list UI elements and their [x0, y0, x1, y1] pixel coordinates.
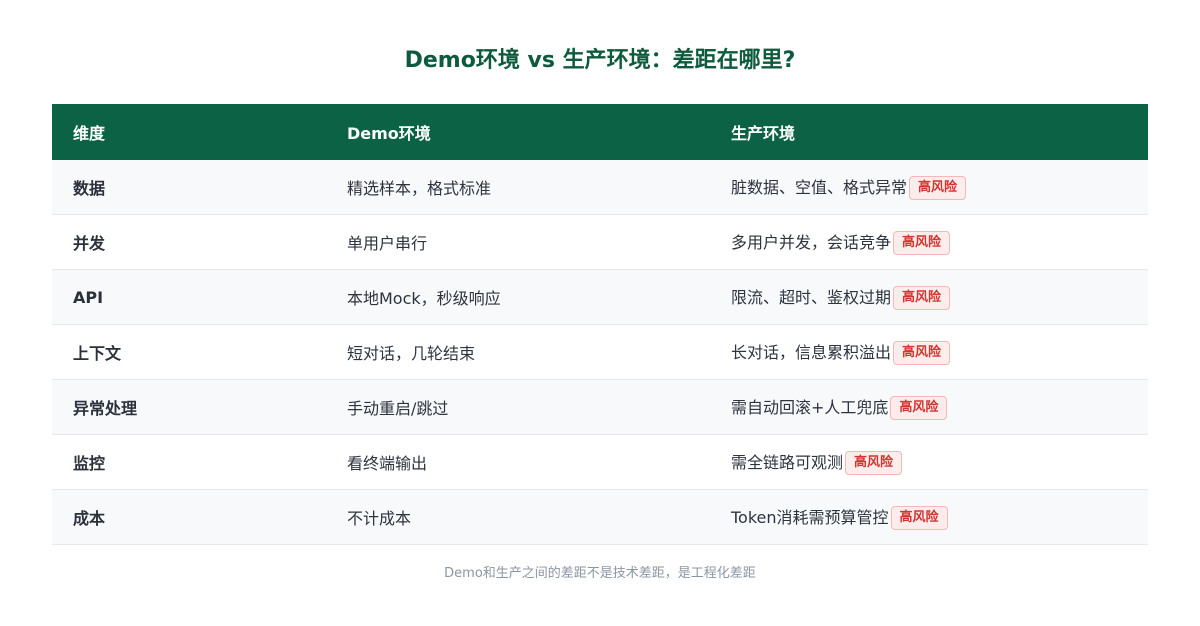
header-dimension: 维度 [52, 104, 326, 160]
high-risk-badge: 高风险 [893, 286, 951, 311]
demo-cell: 单用户串行 [326, 214, 710, 270]
header-demo: Demo环境 [326, 104, 710, 160]
table-row: 并发 单用户串行 多用户并发，会话竞争 高风险 [52, 214, 1148, 270]
prod-text: 需自动回滚+人工兜底 [731, 397, 889, 417]
table-header-row: 维度 Demo环境 生产环境 [52, 104, 1148, 160]
prod-text: 限流、超时、鉴权过期 [731, 287, 892, 307]
dimension-cell: 异常处理 [52, 379, 326, 435]
prod-cell: 多用户并发，会话竞争 高风险 [710, 214, 1148, 270]
high-risk-badge: 高风险 [845, 451, 903, 476]
prod-text: 脏数据、空值、格式异常 [731, 177, 908, 197]
demo-cell: 本地Mock，秒级响应 [326, 269, 710, 325]
prod-text: 需全链路可观测 [731, 452, 844, 472]
high-risk-badge: 高风险 [893, 231, 951, 256]
table-row: API 本地Mock，秒级响应 限流、超时、鉴权过期 高风险 [52, 269, 1148, 325]
demo-cell: 短对话，几轮结束 [326, 324, 710, 380]
high-risk-badge: 高风险 [893, 341, 951, 366]
high-risk-badge: 高风险 [909, 176, 967, 201]
prod-cell: 脏数据、空值、格式异常 高风险 [710, 160, 1148, 215]
high-risk-badge: 高风险 [890, 396, 948, 421]
dimension-cell: API [52, 269, 326, 325]
dimension-cell: 监控 [52, 434, 326, 490]
prod-cell: 需自动回滚+人工兜底 高风险 [710, 379, 1148, 435]
demo-cell: 精选样本，格式标准 [326, 160, 710, 215]
prod-cell: Token消耗需预算管控 高风险 [710, 489, 1148, 545]
prod-cell: 需全链路可观测 高风险 [710, 434, 1148, 490]
dimension-cell: 并发 [52, 214, 326, 270]
header-production: 生产环境 [710, 104, 1148, 160]
high-risk-badge: 高风险 [890, 506, 948, 531]
page: Demo环境 vs 生产环境：差距在哪里? 维度 Demo环境 生产环境 数据 … [0, 0, 1200, 626]
prod-text: 多用户并发，会话竞争 [731, 232, 892, 252]
prod-text: Token消耗需预算管控 [731, 507, 889, 527]
footer-note: Demo和生产之间的差距不是技术差距，是工程化差距 [444, 566, 756, 581]
table-row: 监控 看终端输出 需全链路可观测 高风险 [52, 434, 1148, 490]
demo-cell: 不计成本 [326, 489, 710, 545]
dimension-cell: 上下文 [52, 324, 326, 380]
demo-cell: 手动重启/跳过 [326, 379, 710, 435]
prod-cell: 限流、超时、鉴权过期 高风险 [710, 269, 1148, 325]
table-row: 数据 精选样本，格式标准 脏数据、空值、格式异常 高风险 [52, 160, 1148, 215]
demo-cell: 看终端输出 [326, 434, 710, 490]
prod-text: 长对话，信息累积溢出 [731, 342, 892, 362]
table-row: 成本 不计成本 Token消耗需预算管控 高风险 [52, 489, 1148, 545]
table-row: 上下文 短对话，几轮结束 长对话，信息累积溢出 高风险 [52, 324, 1148, 380]
comparison-table: 维度 Demo环境 生产环境 数据 精选样本，格式标准 脏数据、空值、格式异常高… [52, 104, 1148, 545]
prod-cell: 长对话，信息累积溢出 高风险 [710, 324, 1148, 380]
dimension-cell: 成本 [52, 489, 326, 545]
page-title: Demo环境 vs 生产环境：差距在哪里? [404, 48, 796, 73]
table-row: 异常处理 手动重启/跳过 需自动回滚+人工兜底 高风险 [52, 379, 1148, 435]
dimension-cell: 数据 [52, 160, 326, 215]
